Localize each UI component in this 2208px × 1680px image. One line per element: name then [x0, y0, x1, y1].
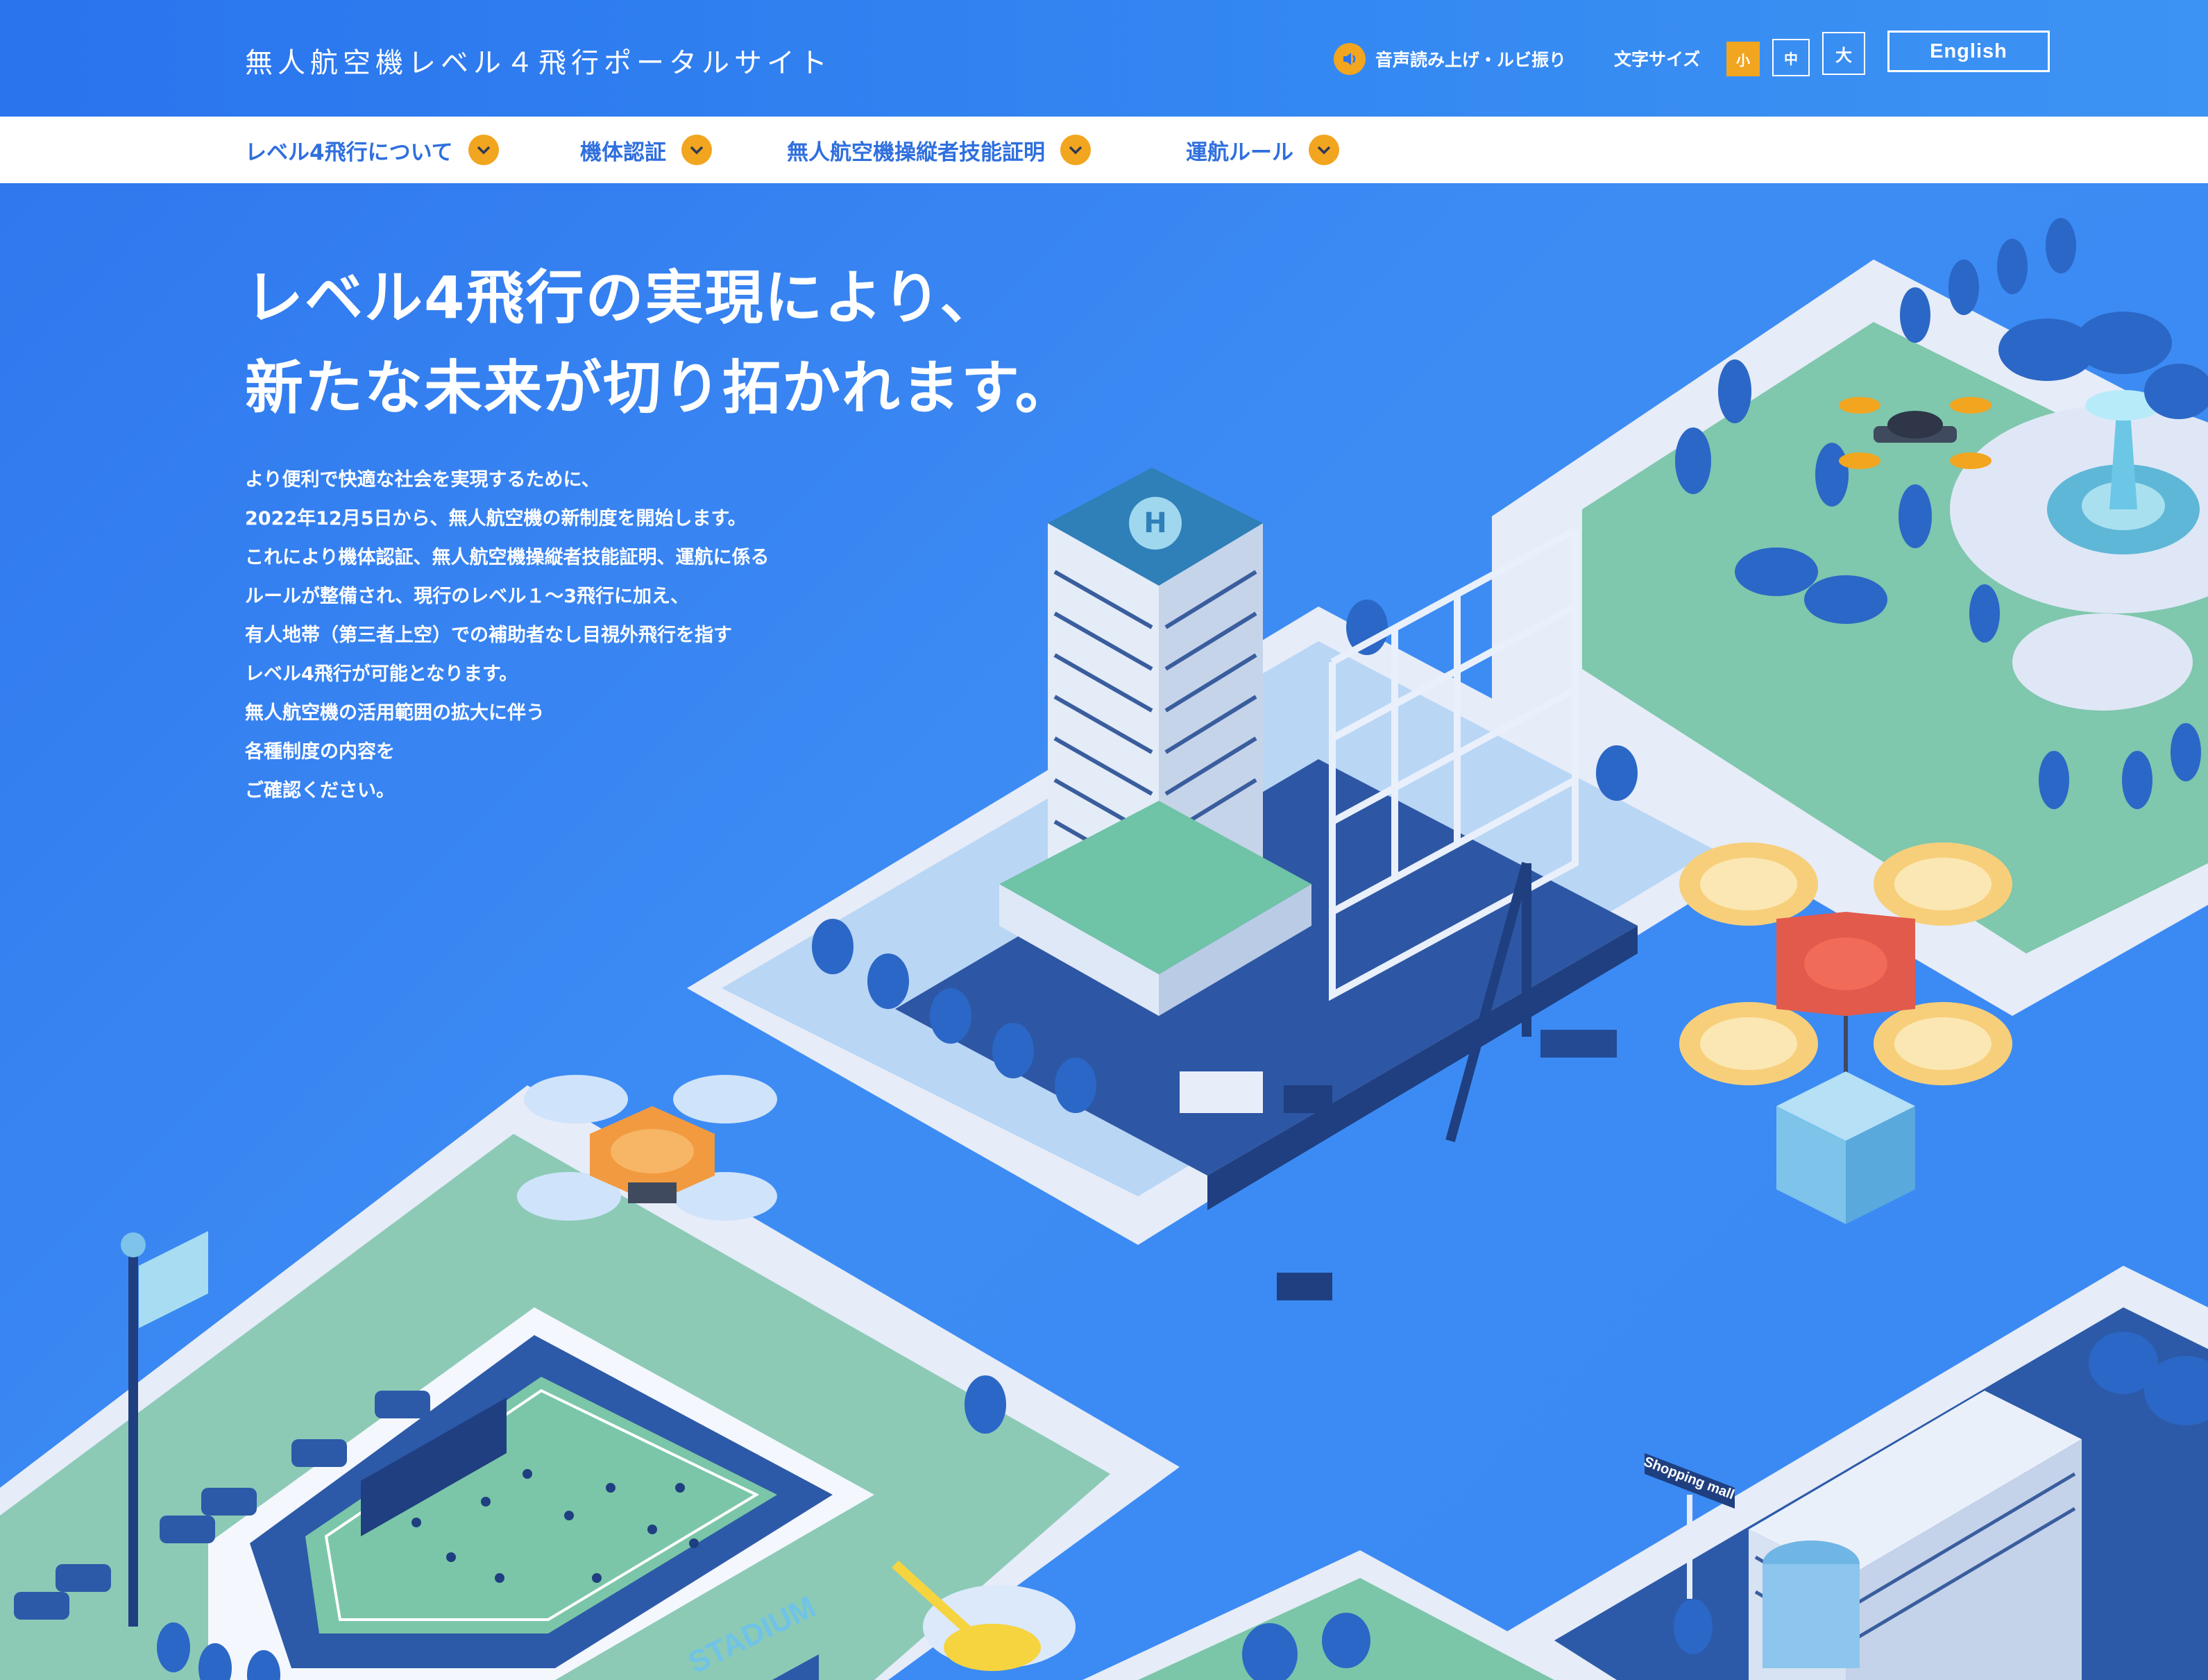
nav-item-label: レベル4飛行について: [245, 139, 453, 165]
english-language-button[interactable]: English: [1887, 31, 2050, 72]
hero-section: H STADIUM Shopping mall レベル4飛行の実現により、 新た…: [0, 183, 2208, 1680]
nav-item-label: 機体認証: [580, 139, 666, 165]
nav-item-pilot-license[interactable]: 無人航空機操縦者技能証明: [787, 117, 1091, 183]
font-size-small-button[interactable]: 小: [1726, 42, 1760, 76]
font-size-label: 文字サイズ: [1614, 49, 1701, 69]
main-nav: レベル4飛行について 機体認証 無人航空機操縦者技能証明 運航ルール: [0, 117, 2208, 183]
lead-line: 無人航空機の活用範囲の拡大に伴う: [245, 702, 545, 724]
small-block: [1082, 1550, 1596, 1680]
lead-line: 有人地帯（第三者上空）での補助者なし目視外飛行を指す: [245, 625, 732, 646]
nav-item-certification[interactable]: 機体認証: [580, 117, 712, 183]
font-size-medium-button[interactable]: 中: [1772, 39, 1810, 76]
site-header: 無人航空機レベル４飛行ポータルサイト 音声読み上げ・ルビ振り 文字サイズ 小 中…: [0, 0, 2208, 117]
hero-headline-line: レベル4飛行の実現により、: [245, 264, 1000, 332]
chevron-down-icon: [681, 135, 712, 165]
nav-item-level4[interactable]: レベル4飛行について: [245, 117, 499, 183]
nav-item-operation-rules[interactable]: 運航ルール: [1186, 117, 1339, 183]
lead-line: 2022年12月5日から、無人航空機の新制度を開始します。: [245, 508, 747, 529]
nav-item-label: 運航ルール: [1186, 139, 1293, 165]
chevron-down-icon: [1309, 135, 1339, 165]
nav-item-label: 無人航空機操縦者技能証明: [787, 139, 1045, 165]
lead-line: ご確認ください。: [245, 780, 395, 801]
font-size-large-button[interactable]: 大: [1822, 32, 1865, 75]
lead-line: より便利で快適な社会を実現するために、: [245, 469, 600, 491]
mall-block: Shopping mall: [1492, 1266, 2208, 1680]
hero-headline-line: 新たな未来が切り拓かれます。: [245, 354, 1075, 422]
lead-line: 各種制度の内容を: [245, 741, 395, 763]
helipad-mark: H: [1144, 507, 1166, 539]
lead-line: これにより機体認証、無人航空機操縦者技能証明、運航に係る: [245, 547, 770, 568]
chevron-down-icon: [1060, 135, 1091, 165]
site-title[interactable]: 無人航空機レベル４飛行ポータルサイト: [245, 40, 832, 80]
audio-read-aloud-button[interactable]: 音声読み上げ・ルビ振り: [1334, 42, 1566, 76]
lead-line: ルールが整備され、現行のレベル１～3飛行に加え、: [245, 586, 690, 607]
lead-line: レベル4飛行が可能となります。: [245, 663, 518, 685]
audio-read-aloud-label: 音声読み上げ・ルビ振り: [1375, 50, 1567, 70]
hero-headline: レベル4飛行の実現により、 新たな未来が切り拓かれます。: [245, 253, 1075, 433]
hero-lead-text: より便利で快適な社会を実現するために、 2022年12月5日から、無人航空機の新…: [245, 461, 769, 811]
chevron-down-icon: [468, 135, 499, 165]
speaker-icon: [1334, 43, 1366, 75]
